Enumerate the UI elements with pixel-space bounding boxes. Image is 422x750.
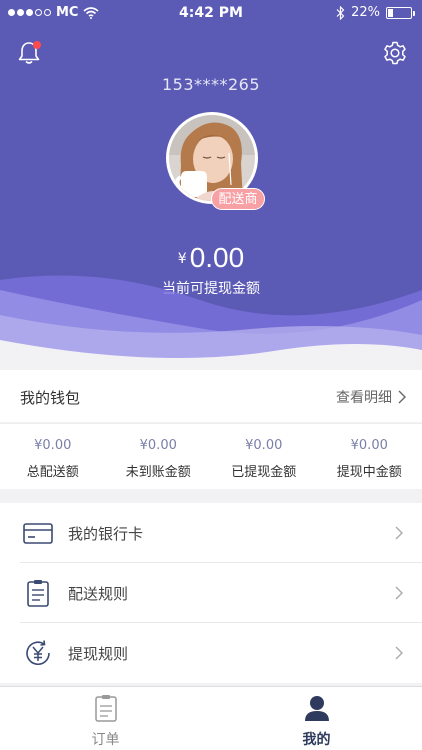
user-phone: 153****265 <box>161 75 261 94</box>
wallet-title: 我的钱包 <box>20 389 81 407</box>
chevron-right-icon <box>395 526 403 540</box>
stat-withdrawn: ¥0.00 已提现金额 <box>211 424 317 489</box>
tab-label: 我的 <box>302 732 331 748</box>
stat-label: 已提现金额 <box>231 465 297 480</box>
bank-card-icon <box>23 523 53 544</box>
stat-pending-arrival: ¥0.00 未到账金额 <box>106 424 212 489</box>
menu-label: 我的银行卡 <box>68 525 144 543</box>
stat-value: ¥0.00 <box>350 438 388 453</box>
tab-orders[interactable]: 订单 <box>0 687 211 750</box>
order-icon <box>94 695 117 722</box>
menu-label: 提现规则 <box>68 645 129 663</box>
view-details-label: 查看明细 <box>336 390 392 406</box>
tab-mine[interactable]: 我的 <box>211 687 422 750</box>
status-bar: MC 4:42 PM 22% <box>0 0 422 28</box>
menu-item-delivery-rules[interactable]: 配送规则 <box>20 563 422 623</box>
stat-total-delivery: ¥0.00 总配送额 <box>0 424 106 489</box>
clipboard-icon <box>27 580 49 607</box>
menu-item-withdrawal-rules[interactable]: 提现规则 <box>20 623 422 683</box>
menu-label: 配送规则 <box>68 585 129 603</box>
tab-label: 订单 <box>91 732 120 748</box>
wallet-header: 我的钱包 查看明细 <box>0 370 422 422</box>
battery-percent: 22% <box>351 5 380 20</box>
status-right: 22% <box>336 5 415 20</box>
stat-value: ¥0.00 <box>34 438 72 453</box>
profile-header: MC 4:42 PM 22% 153****265 配送商 ¥ 0.00 当前可… <box>0 0 422 360</box>
chevron-right-icon <box>398 390 406 404</box>
wallet-stats: ¥0.00 总配送额 ¥0.00 未到账金额 ¥0.00 已提现金额 ¥0.00… <box>0 423 422 489</box>
stat-label: 提现中金额 <box>336 465 402 480</box>
notification-dot <box>33 41 41 49</box>
view-details-link[interactable]: 查看明细 <box>336 387 406 407</box>
stat-value: ¥0.00 <box>245 438 283 453</box>
role-badge: 配送商 <box>211 188 265 210</box>
header-wave-decoration <box>0 275 422 360</box>
user-icon <box>304 696 329 721</box>
stat-label: 总配送额 <box>26 465 79 480</box>
stat-label: 未到账金额 <box>125 465 191 480</box>
chevron-right-icon <box>395 646 403 660</box>
stat-value: ¥0.00 <box>139 438 177 453</box>
yen-refresh-icon <box>26 640 50 665</box>
menu-item-bank-card[interactable]: 我的银行卡 <box>20 503 422 563</box>
settings-menu: 我的银行卡 配送规则 提现规则 <box>0 503 422 683</box>
stat-withdrawing: ¥0.00 提现中金额 <box>317 424 422 489</box>
bluetooth-icon <box>336 5 345 20</box>
bottom-tab-bar: 订单 我的 <box>0 686 422 750</box>
gear-icon[interactable] <box>382 40 408 66</box>
battery-icon <box>386 6 415 19</box>
chevron-right-icon <box>395 586 403 600</box>
